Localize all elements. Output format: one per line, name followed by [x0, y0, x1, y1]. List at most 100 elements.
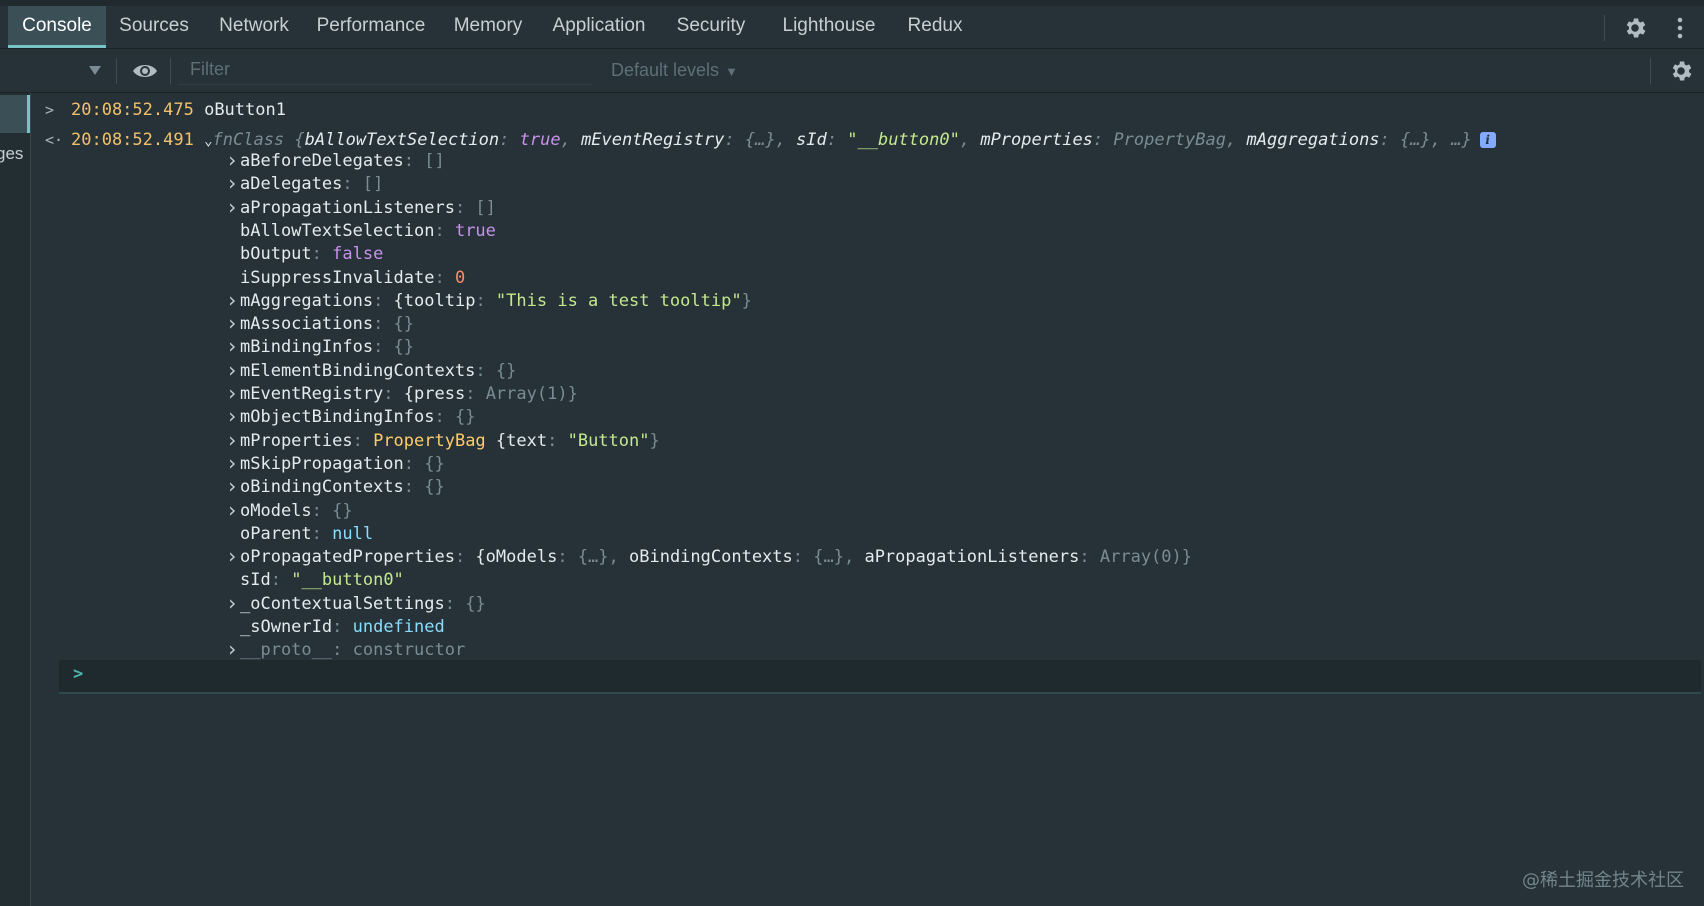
property-value: {} — [332, 501, 353, 521]
collapse-chevron-down-icon[interactable]: ⌄ — [204, 133, 212, 149]
sidebar-selected-item[interactable] — [0, 95, 30, 133]
tab-security[interactable]: Security — [668, 6, 754, 48]
property-value: {…} — [577, 547, 609, 567]
property-value: {} — [393, 337, 415, 357]
expand-chevron-right-icon[interactable]: › — [226, 335, 238, 357]
property-value: {} — [495, 361, 517, 381]
tab-performance[interactable]: Performance — [312, 6, 430, 48]
tab-console[interactable]: Console — [8, 6, 106, 48]
tab-application[interactable]: Application — [546, 6, 652, 48]
property-value: } — [741, 291, 752, 311]
tab-memory[interactable]: Memory — [446, 6, 530, 48]
tabbar-divider — [1604, 15, 1605, 41]
property-value: {oModels — [475, 547, 558, 567]
property-key: mSkipPropagation — [240, 454, 404, 474]
property-colon: : — [434, 407, 455, 427]
sidebar-item-messages[interactable]: ges — [0, 144, 23, 164]
property-key: mAggregations — [240, 291, 374, 311]
property-colon: : — [475, 361, 496, 381]
property-colon: : — [332, 617, 353, 637]
devtools-tab-bar: Console Sources Network Performance Memo… — [0, 6, 1704, 49]
property-colon: : — [311, 244, 333, 264]
expand-chevron-right-icon[interactable]: › — [226, 359, 238, 381]
property-value: {} — [424, 454, 445, 474]
console-sidebar: ges — [0, 93, 31, 906]
object-class-name: fnClass — [212, 130, 285, 150]
log-levels-dropdown[interactable]: Default levels ▼ — [611, 55, 738, 85]
live-expression-eye-icon[interactable] — [131, 60, 159, 82]
punctuation: , — [843, 547, 865, 567]
property-value: null — [332, 524, 374, 544]
property-key: oParent — [240, 524, 312, 544]
console-prompt-input[interactable] — [59, 660, 1701, 694]
chevron-down-icon: ▼ — [725, 64, 738, 79]
tab-sources[interactable]: Sources — [112, 6, 196, 48]
expand-chevron-right-icon[interactable]: › — [226, 149, 238, 171]
property-value: constructor — [352, 640, 466, 660]
expand-chevron-right-icon[interactable]: › — [226, 475, 238, 497]
tab-redux[interactable]: Redux — [898, 6, 972, 48]
property-key: aBeforeDelegates — [240, 151, 404, 171]
expand-chevron-right-icon[interactable]: › — [226, 499, 238, 521]
property-value: false — [332, 244, 384, 264]
property-colon: : — [403, 454, 425, 474]
property-colon: : — [270, 570, 292, 590]
more-options-kebab-icon[interactable] — [1670, 15, 1690, 41]
property-key: aDelegates — [240, 174, 343, 194]
log-entry-content: 20:08:52.475 oButton1 — [71, 98, 286, 122]
property-value: undefined — [352, 617, 445, 637]
property-value: {text — [495, 431, 548, 451]
property-value: {…} — [813, 547, 844, 567]
property-colon: : — [454, 547, 476, 567]
expand-chevron-right-icon[interactable]: › — [226, 452, 238, 474]
property-value: Array(0) — [1099, 547, 1182, 567]
property-colon: : — [373, 291, 394, 311]
punctuation: : — [475, 291, 496, 311]
console-filter-bar: Default levels ▼ — [0, 49, 1704, 93]
property-key: bAllowTextSelection — [240, 221, 435, 241]
tab-lighthouse[interactable]: Lighthouse — [776, 6, 882, 48]
filterbar-divider — [170, 58, 171, 84]
settings-gear-icon[interactable] — [1622, 15, 1648, 41]
property-colon: : — [403, 151, 425, 171]
property-value: } — [649, 431, 660, 451]
console-output: > 20:08:52.475 oButton1 <· 20:08:52.491 … — [31, 93, 1704, 906]
property-colon: : — [434, 268, 455, 288]
punctuation: : — [557, 547, 578, 567]
expand-chevron-right-icon[interactable]: › — [226, 545, 238, 567]
punctuation — [486, 431, 496, 451]
expand-chevron-right-icon[interactable]: › — [226, 638, 238, 660]
expand-chevron-right-icon[interactable]: › — [226, 289, 238, 311]
property-colon: : — [311, 524, 333, 544]
expand-chevron-right-icon[interactable]: › — [226, 196, 238, 218]
expand-chevron-right-icon[interactable]: › — [226, 172, 238, 194]
expand-chevron-right-icon[interactable]: › — [226, 405, 238, 427]
context-dropdown-triangle-icon[interactable] — [88, 64, 102, 76]
watermark: @稀土掘金技术社区 — [1522, 870, 1684, 891]
property-key: _sOwnerId — [240, 617, 333, 637]
expand-chevron-right-icon[interactable]: › — [226, 382, 238, 404]
property-value: oBindingContexts — [629, 547, 793, 567]
expand-chevron-right-icon[interactable]: > — [45, 98, 54, 122]
property-colon: : — [454, 198, 476, 218]
expand-chevron-right-icon[interactable]: › — [226, 312, 238, 334]
property-colon: : — [373, 337, 394, 357]
property-key: bOutput — [240, 244, 312, 264]
property-colon: : — [383, 384, 404, 404]
log-timestamp: 20:08:52.491 — [71, 130, 194, 150]
expand-chevron-right-icon[interactable]: › — [226, 429, 238, 451]
property-value: "Button" — [567, 431, 650, 451]
property-value: "__button0" — [291, 570, 404, 590]
punctuation: : — [547, 431, 568, 451]
property-value: } — [567, 384, 578, 404]
tab-network[interactable]: Network — [212, 6, 296, 48]
filter-input[interactable] — [178, 55, 592, 85]
info-icon[interactable]: i — [1479, 132, 1496, 148]
property-value: {} — [424, 477, 445, 497]
property-key: mAssociations — [240, 314, 374, 334]
console-settings-gear-icon[interactable] — [1668, 58, 1694, 84]
expand-chevron-right-icon[interactable]: › — [226, 592, 238, 614]
property-key: mProperties — [240, 431, 353, 451]
property-value: aPropagationListeners — [864, 547, 1080, 567]
log-entry[interactable]: > 20:08:52.475 oButton1 — [31, 98, 1704, 122]
